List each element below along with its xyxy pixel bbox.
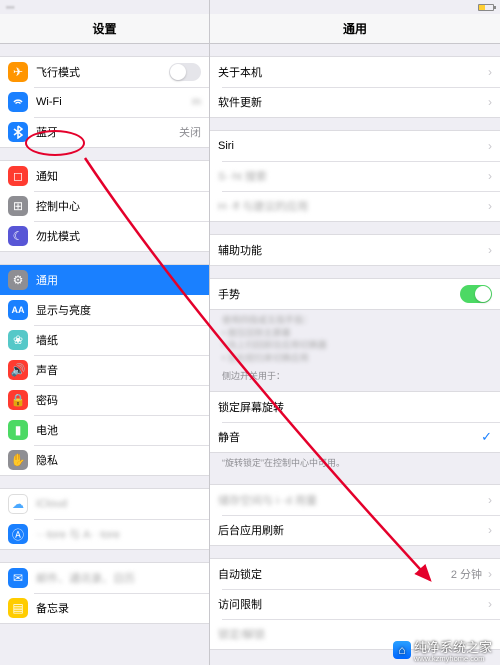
row-control-center[interactable]: ⊞ 控制中心: [0, 191, 209, 221]
display-icon: AA: [8, 300, 28, 320]
cloud-icon: ☁: [8, 494, 28, 514]
right-scroll[interactable]: 关于本机 › 软件更新 › Siri › S··ht 搜索 › H: [210, 44, 500, 665]
hand-icon: ✋: [8, 450, 28, 470]
gestures-footnote: 使用四指或五指手指： • 按压回到主屏幕 • 向上扫回前往应用切换器 • 左右轻…: [210, 310, 500, 366]
row-battery[interactable]: ▮ 电池: [0, 415, 209, 445]
signal-indicator: •••: [6, 3, 14, 12]
chevron-right-icon: ›: [488, 597, 492, 611]
group-about: 关于本机 › 软件更新 ›: [210, 56, 500, 118]
chevron-right-icon: ›: [488, 567, 492, 581]
check-icon: ✓: [481, 429, 492, 445]
chevron-right-icon: ›: [488, 493, 492, 507]
row-spotlight-search[interactable]: S··ht 搜索 ›: [210, 161, 500, 191]
group-accessibility: 辅助功能 ›: [210, 234, 500, 266]
speaker-icon: 🔊: [8, 360, 28, 380]
right-title: 通用: [343, 20, 367, 37]
group-apps: ✉ 邮件、通讯录、日历 ▤ 备忘录: [0, 562, 209, 624]
row-notes[interactable]: ▤ 备忘录: [0, 593, 209, 623]
row-about[interactable]: 关于本机 ›: [210, 57, 500, 87]
right-header: 通用: [210, 14, 500, 44]
row-icloud[interactable]: ☁ iCloud: [0, 489, 209, 519]
row-wallpaper[interactable]: ❀ 墙纸: [0, 325, 209, 355]
side-switch-footnote: “旋转锁定”在控制中心中可用。: [210, 453, 500, 472]
settings-master-pane: ••• 设置 ✈ 飞行模式 Wi-Fi m 蓝牙: [0, 0, 210, 665]
group-wireless: ✈ 飞行模式 Wi-Fi m 蓝牙 关闭: [0, 56, 209, 148]
moon-icon: ☾: [8, 226, 28, 246]
chevron-right-icon: ›: [488, 169, 492, 183]
chevron-right-icon: ›: [488, 243, 492, 257]
general-detail-pane: 通用 关于本机 › 软件更新 › Siri › S··ht 搜索: [210, 0, 500, 665]
row-general[interactable]: ⚙ 通用: [0, 265, 209, 295]
lock-icon: 🔒: [8, 390, 28, 410]
flower-icon: ❀: [8, 330, 28, 350]
group-general-settings: ⚙ 通用 AA 显示与亮度 ❀ 墙纸 🔊 声音 🔒 密码: [0, 264, 209, 476]
row-mail-contacts-calendar[interactable]: ✉ 邮件、通讯录、日历: [0, 563, 209, 593]
row-privacy[interactable]: ✋ 隐私: [0, 445, 209, 475]
battery-indicator: [478, 4, 494, 11]
group-gestures: 手势: [210, 278, 500, 310]
row-gestures-toggle[interactable]: 手势: [210, 279, 500, 309]
row-sound[interactable]: 🔊 声音: [0, 355, 209, 385]
toggles-icon: ⊞: [8, 196, 28, 216]
wifi-icon: [8, 92, 28, 112]
airplane-switch[interactable]: [169, 63, 201, 81]
airplane-icon: ✈: [8, 62, 28, 82]
row-bluetooth[interactable]: 蓝牙 关闭: [0, 117, 209, 147]
group-autolock: 自动锁定 2 分钟 › 访问限制 › 锁定/解锁: [210, 558, 500, 650]
row-app-store[interactable]: Ⓐ ···tore 与 A· ·tore: [0, 519, 209, 549]
group-accounts: ☁ iCloud Ⓐ ···tore 与 A· ·tore: [0, 488, 209, 550]
bell-icon: ◻: [8, 166, 28, 186]
row-passcode[interactable]: 🔒 密码: [0, 385, 209, 415]
appstore-icon: Ⓐ: [8, 524, 28, 544]
group-notifications: ◻ 通知 ⊞ 控制中心 ☾ 勿扰模式: [0, 160, 209, 252]
row-mute[interactable]: 静音 ✓: [210, 422, 500, 452]
row-airplane-mode[interactable]: ✈ 飞行模式: [0, 57, 209, 87]
row-background-refresh[interactable]: 后台应用刷新 ›: [210, 515, 500, 545]
mail-icon: ✉: [8, 568, 28, 588]
row-display-brightness[interactable]: AA 显示与亮度: [0, 295, 209, 325]
row-lock-rotation[interactable]: 锁定屏幕旋转: [210, 392, 500, 422]
bluetooth-icon: [8, 122, 28, 142]
row-storage[interactable]: 储存空间与 i··d 用量 ›: [210, 485, 500, 515]
note-icon: ▤: [8, 598, 28, 618]
chevron-right-icon: ›: [488, 95, 492, 109]
chevron-right-icon: ›: [488, 139, 492, 153]
group-side-switch: 锁定屏幕旋转 静音 ✓: [210, 391, 500, 453]
left-header: 设置: [0, 14, 209, 44]
group-storage: 储存空间与 i··d 用量 › 后台应用刷新 ›: [210, 484, 500, 546]
row-restrictions[interactable]: 访问限制 ›: [210, 589, 500, 619]
row-do-not-disturb[interactable]: ☾ 勿扰模式: [0, 221, 209, 251]
gestures-switch[interactable]: [460, 285, 492, 303]
gear-icon: ⚙: [8, 270, 28, 290]
row-wifi[interactable]: Wi-Fi m: [0, 87, 209, 117]
side-switch-header: 侧边开关用于：: [210, 366, 500, 385]
row-notifications[interactable]: ◻ 通知: [0, 161, 209, 191]
battery-icon: ▮: [8, 420, 28, 440]
chevron-right-icon: ›: [488, 523, 492, 537]
chevron-right-icon: ›: [488, 199, 492, 213]
row-lock-unlock[interactable]: 锁定/解锁: [210, 619, 500, 649]
left-scroll[interactable]: ✈ 飞行模式 Wi-Fi m 蓝牙 关闭 ◻: [0, 44, 209, 665]
status-bar-left: •••: [0, 0, 209, 14]
group-siri: Siri › S··ht 搜索 › H··ff 与建议的应用 ›: [210, 130, 500, 222]
row-handoff[interactable]: H··ff 与建议的应用 ›: [210, 191, 500, 221]
row-siri[interactable]: Siri ›: [210, 131, 500, 161]
left-title: 设置: [92, 20, 116, 37]
status-bar-right: [210, 0, 500, 14]
row-accessibility[interactable]: 辅助功能 ›: [210, 235, 500, 265]
chevron-right-icon: ›: [488, 65, 492, 79]
row-auto-lock[interactable]: 自动锁定 2 分钟 ›: [210, 559, 500, 589]
row-software-update[interactable]: 软件更新 ›: [210, 87, 500, 117]
